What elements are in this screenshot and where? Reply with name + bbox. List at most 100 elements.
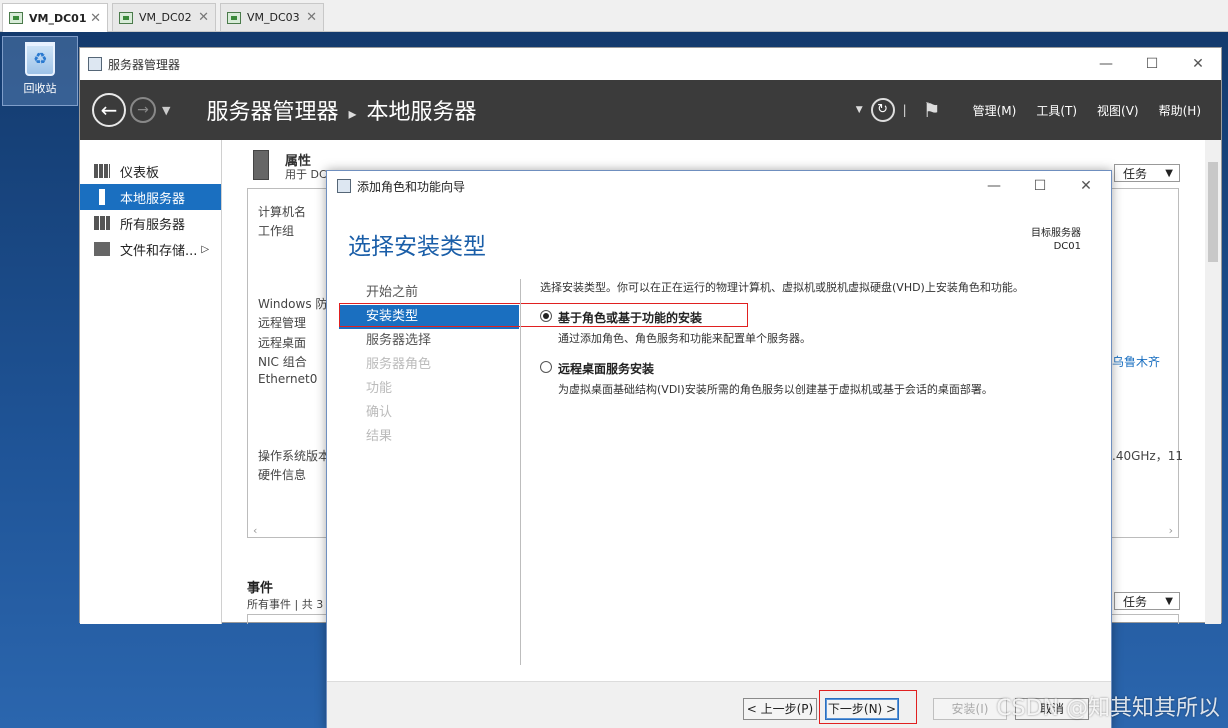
- add-roles-wizard-dialog: 添加角色和功能向导 — ☐ ✕ 选择安装类型 目标服务器 DC01 开始之前 安…: [326, 170, 1112, 728]
- menu-tools[interactable]: 工具(T): [1036, 102, 1077, 119]
- close-button[interactable]: ✕: [1063, 178, 1109, 194]
- dialog-title: 添加角色和功能向导: [357, 179, 466, 194]
- file-storage-icon: [94, 242, 110, 256]
- vm-tab-dc03[interactable]: VM_DC03 ✕: [220, 3, 324, 31]
- prop-label: 计算机名: [258, 205, 307, 219]
- wizard-icon: [337, 179, 351, 193]
- minimize-button[interactable]: —: [971, 178, 1017, 194]
- menu-manage[interactable]: 管理(M): [973, 102, 1017, 119]
- highlight-box: [819, 690, 917, 724]
- events-title: 事件: [247, 581, 274, 596]
- server-manager-icon: [88, 57, 102, 71]
- close-icon[interactable]: ✕: [90, 11, 101, 26]
- close-button[interactable]: ✕: [1175, 56, 1221, 72]
- vm-tab-label: VM_DC01: [29, 11, 87, 25]
- sidebar-item-dashboard[interactable]: 仪表板: [80, 158, 221, 184]
- refresh-icon[interactable]: ↻: [870, 98, 895, 122]
- radio-button[interactable]: [540, 361, 552, 373]
- dashboard-icon: [94, 164, 110, 178]
- breadcrumb: 服务器管理器 ▸ 本地服务器: [206, 94, 476, 126]
- vm-icon: [9, 12, 23, 24]
- recycle-bin-shortcut[interactable]: 回收站: [2, 36, 78, 106]
- window-title: 服务器管理器: [108, 57, 181, 72]
- menu-help[interactable]: 帮助(H): [1159, 102, 1201, 119]
- dialog-titlebar: 添加角色和功能向导 — ☐ ✕: [327, 171, 1111, 201]
- prop-label: 远程桌面: [258, 336, 307, 350]
- maximize-button[interactable]: ☐: [1129, 56, 1175, 72]
- vertical-scrollbar[interactable]: [1205, 140, 1221, 624]
- minimize-button[interactable]: —: [1083, 56, 1129, 72]
- back-button[interactable]: ←: [92, 93, 126, 127]
- sidebar-item-all-servers[interactable]: 所有服务器: [80, 210, 221, 236]
- breadcrumb-separator-icon: ▸: [348, 104, 357, 123]
- target-server-label: 目标服务器: [1031, 228, 1081, 239]
- menu-view[interactable]: 视图(V): [1097, 102, 1139, 119]
- option-role-based[interactable]: 基于角色或基于功能的安装 通过添加角色、角色服务和功能来配置单个服务器。: [540, 309, 1085, 346]
- target-server-value: DC01: [1053, 241, 1081, 252]
- watermark: CSDN @知其知其所以: [996, 696, 1220, 721]
- timezone-link[interactable]: 乌鲁木齐: [1112, 353, 1160, 370]
- vm-tab-dc02[interactable]: VM_DC02 ✕: [112, 3, 216, 31]
- events-subtitle: 所有事件 | 共 3: [247, 598, 324, 611]
- vm-tab-label: VM_DC02: [139, 11, 192, 24]
- window-titlebar: 服务器管理器 — ☐ ✕: [80, 48, 1221, 80]
- target-server: 目标服务器 DC01: [1031, 227, 1081, 253]
- option-description: 为虚拟桌面基础结构(VDI)安装所需的角色服务以创建基于虚拟机或基于会话的桌面部…: [558, 383, 993, 396]
- maximize-button[interactable]: ☐: [1017, 178, 1063, 194]
- step-features: 功能: [366, 381, 393, 396]
- divider: [520, 279, 521, 665]
- previous-button[interactable]: < 上一步(P): [743, 698, 817, 720]
- vm-tab-dc01[interactable]: VM_DC01 ✕: [2, 3, 108, 32]
- history-dropdown-icon[interactable]: ▼: [162, 104, 170, 117]
- separator: |: [902, 103, 907, 117]
- server-icon: [253, 150, 269, 180]
- sidebar-item-label: 本地服务器: [120, 191, 186, 207]
- scrollbar-thumb[interactable]: [1208, 162, 1218, 262]
- prop-label: Ethernet0: [258, 372, 318, 386]
- sidebar-item-local-server[interactable]: 本地服务器: [80, 184, 221, 210]
- forward-button[interactable]: →: [130, 97, 156, 123]
- scroll-left-icon[interactable]: ‹: [253, 524, 257, 537]
- prop-label: NIC 组合: [258, 355, 307, 369]
- all-servers-icon: [94, 216, 110, 230]
- step-server-selection[interactable]: 服务器选择: [339, 329, 519, 353]
- recycle-bin-label: 回收站: [23, 82, 57, 95]
- sidebar-item-label: 文件和存储...: [120, 243, 198, 259]
- vm-tab-bar: VM_DC01 ✕ VM_DC02 ✕ VM_DC03 ✕: [0, 0, 1228, 32]
- prop-label: 操作系统版本: [258, 449, 331, 463]
- properties-tasks-button[interactable]: 任务 ▼: [1114, 164, 1180, 182]
- option-remote-desktop[interactable]: 远程桌面服务安装 为虚拟桌面基础结构(VDI)安装所需的角色服务以创建基于虚拟机…: [540, 360, 1085, 397]
- breadcrumb-current: 本地服务器: [366, 100, 477, 125]
- option-title: 远程桌面服务安装: [558, 362, 655, 376]
- prop-label: 工作组: [258, 224, 295, 238]
- sidebar-item-file-storage[interactable]: 文件和存储... ▷: [80, 236, 221, 262]
- tasks-label: 任务: [1123, 166, 1148, 181]
- prop-label: 硬件信息: [258, 468, 307, 482]
- processor-value: .40GHz，11: [1112, 449, 1183, 463]
- local-server-icon: [99, 189, 105, 205]
- step-confirmation: 确认: [366, 405, 393, 420]
- expand-arrow-icon[interactable]: ▷: [201, 244, 209, 255]
- header-bar: ← → ▼ 服务器管理器 ▸ 本地服务器 ▼ ↻ | ⚑ 管理(M) 工具(T) 视…: [80, 80, 1221, 140]
- chevron-down-icon: ▼: [1165, 595, 1173, 607]
- close-icon[interactable]: ✕: [306, 10, 317, 25]
- step-before-you-begin[interactable]: 开始之前: [339, 281, 519, 305]
- scroll-right-icon[interactable]: ›: [1169, 524, 1173, 537]
- wizard-content: 选择安装类型。你可以在正在运行的物理计算机、虚拟机或脱机虚拟硬盘(VHD)上安装…: [540, 279, 1085, 397]
- notification-flag-icon[interactable]: ⚑: [923, 98, 941, 122]
- sidebar-item-label: 所有服务器: [120, 217, 186, 233]
- recycle-bin-icon: [25, 42, 55, 76]
- events-tasks-button[interactable]: 任务 ▼: [1114, 592, 1180, 610]
- vm-icon: [119, 11, 133, 24]
- step-server-roles: 服务器角色: [366, 357, 432, 372]
- sidebar: 仪表板 本地服务器 所有服务器 文件和存储... ▷: [80, 140, 222, 624]
- sidebar-item-label: 仪表板: [120, 165, 160, 181]
- option-description: 通过添加角色、角色服务和功能来配置单个服务器。: [558, 332, 811, 345]
- breadcrumb-root[interactable]: 服务器管理器: [206, 100, 338, 125]
- dropdown-icon[interactable]: ▼: [856, 105, 863, 115]
- chevron-down-icon: ▼: [1165, 167, 1173, 179]
- vm-tab-label: VM_DC03: [247, 11, 300, 24]
- close-icon[interactable]: ✕: [198, 10, 209, 25]
- tasks-label: 任务: [1123, 594, 1148, 609]
- radio-button[interactable]: [540, 310, 552, 322]
